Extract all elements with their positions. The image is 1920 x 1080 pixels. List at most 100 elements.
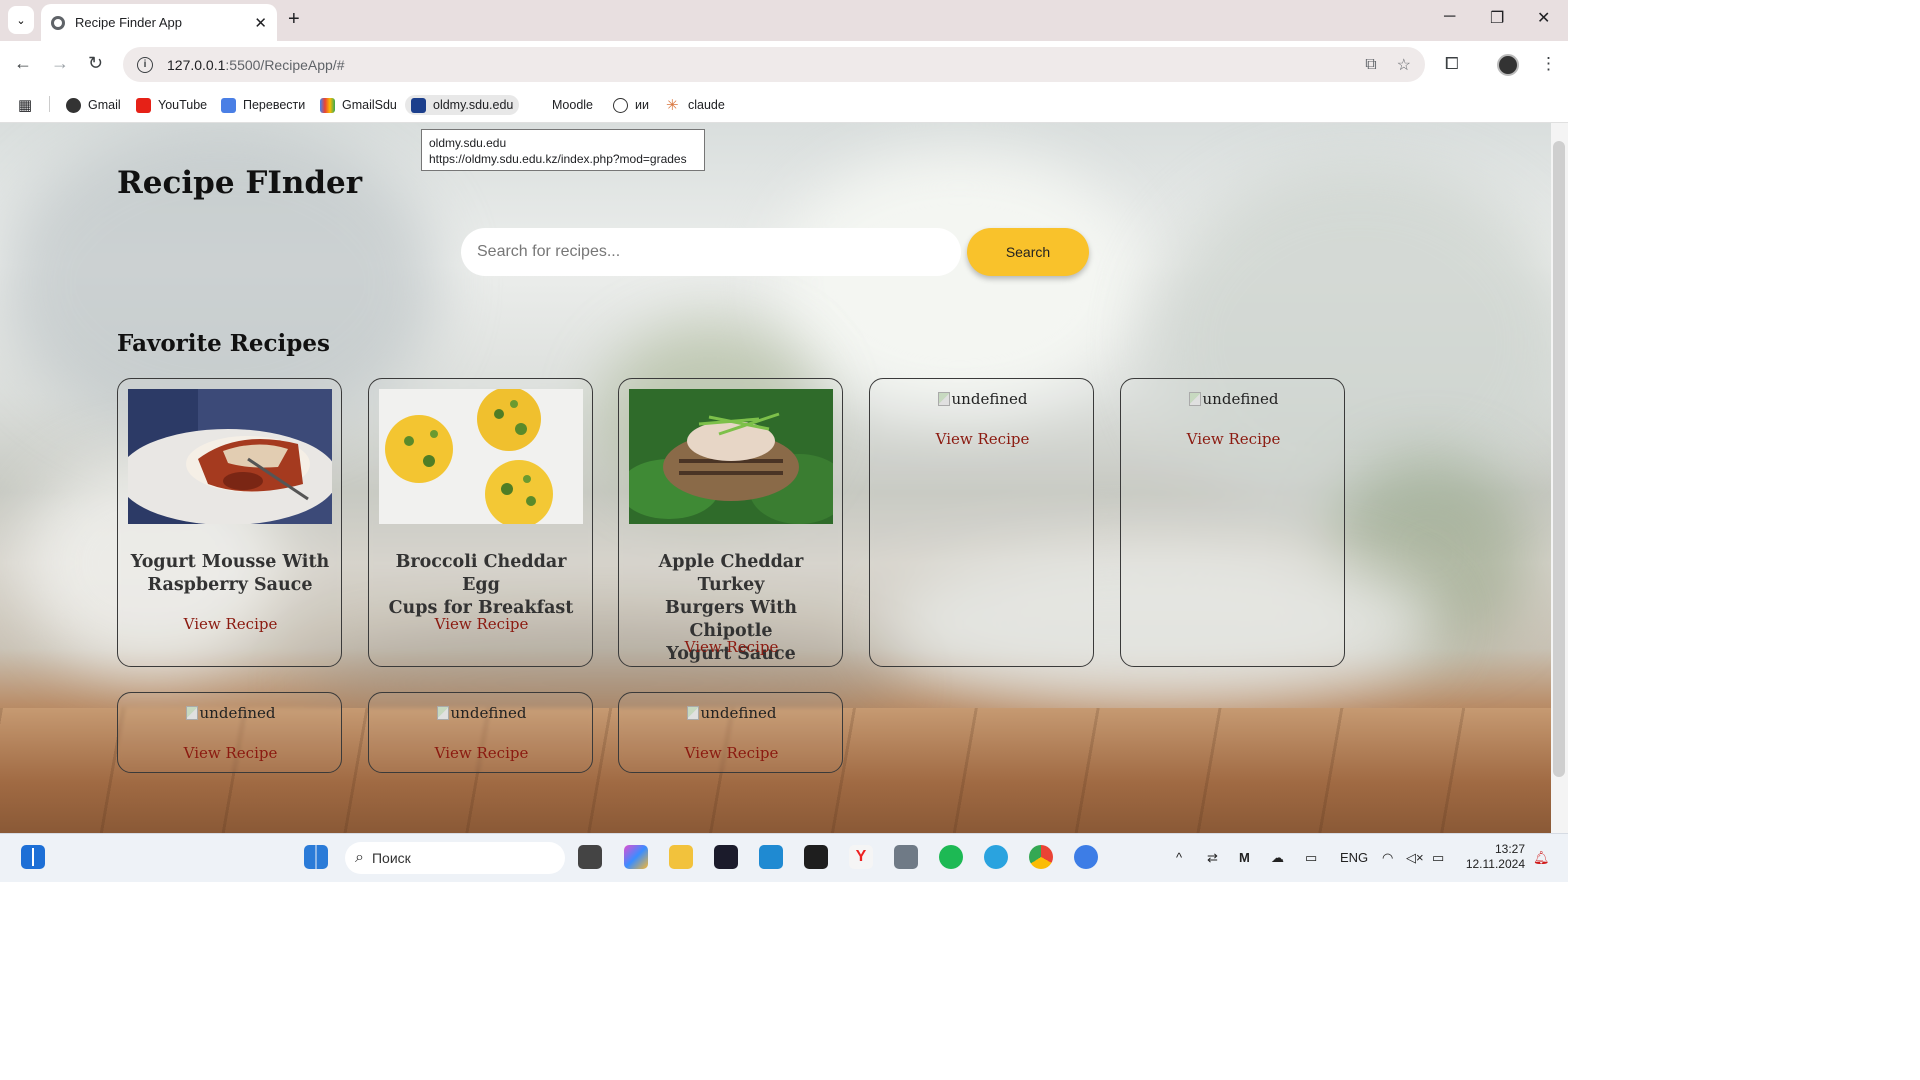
site-info-icon[interactable]: i — [137, 56, 153, 73]
chevron-up-icon[interactable]: ^ — [1176, 850, 1182, 865]
bookmark-label: ии — [635, 98, 649, 112]
recipe-card: undefined View Recipe — [869, 378, 1094, 667]
recipe-card: Apple Cheddar Turkey Burgers With Chipot… — [618, 378, 843, 667]
bookmark-ai[interactable]: ии — [613, 95, 649, 115]
favorites-heading: Favorite Recipes — [117, 330, 330, 357]
calculator-icon[interactable] — [894, 845, 918, 869]
wifi-icon[interactable]: ◠ — [1382, 850, 1393, 866]
recipe-image — [629, 389, 833, 524]
back-icon[interactable]: ← — [14, 53, 32, 74]
view-recipe-link[interactable]: View Recipe — [1121, 430, 1346, 448]
recipe-card: Yogurt Mousse With Raspberry Sauce View … — [117, 378, 342, 667]
tab-title: Recipe Finder App — [75, 15, 182, 30]
globe-icon — [51, 15, 65, 30]
view-recipe-link[interactable]: View Recipe — [118, 615, 343, 633]
page-title: Recipe FInder — [117, 165, 363, 201]
battery-icon[interactable]: ▭ — [1432, 850, 1444, 866]
broken-image: undefined — [870, 390, 1095, 408]
claude-icon: ✳ — [666, 96, 679, 114]
close-icon[interactable]: ✕ — [254, 14, 267, 32]
url-host: 127.0.0.1 — [167, 56, 226, 73]
recipe-card: undefined View Recipe — [618, 692, 843, 773]
telegram-icon[interactable] — [984, 845, 1008, 869]
yandex-icon[interactable]: Y — [849, 845, 873, 869]
language-indicator[interactable]: ENG — [1340, 850, 1368, 865]
bookmark-gmail[interactable]: Gmail — [66, 95, 121, 115]
star-icon[interactable]: ☆ — [1397, 55, 1411, 75]
tray-app-icon[interactable]: ⇄ — [1207, 850, 1218, 866]
intellij-icon[interactable] — [714, 845, 738, 869]
image-alt-text: undefined — [700, 704, 777, 722]
broken-image-icon — [1188, 392, 1201, 406]
restore-icon[interactable]: ❐ — [1490, 8, 1504, 28]
view-recipe-link[interactable]: View Recipe — [369, 744, 594, 762]
recipe-card: Broccoli Cheddar Egg Cups for Breakfast … — [368, 378, 593, 667]
broken-image-icon — [436, 706, 449, 720]
extensions-icon[interactable]: ⧠ — [1445, 54, 1459, 74]
bookmark-youtube[interactable]: YouTube — [136, 95, 207, 115]
window-close-icon[interactable]: ✕ — [1537, 8, 1550, 28]
minimize-icon[interactable]: ─ — [1444, 8, 1455, 26]
clock-date: 12.11.2024 — [1465, 857, 1525, 871]
recipe-title-line: Burgers With Chipotle — [664, 598, 798, 641]
taskbar-search[interactable]: ⌕ Поиск — [345, 842, 565, 874]
widgets-icon[interactable] — [21, 845, 45, 869]
avatar[interactable] — [1497, 54, 1519, 76]
search-input[interactable] — [461, 228, 961, 276]
translate-icon[interactable]: ⧉ — [1365, 56, 1376, 74]
mute-icon[interactable]: ◁× — [1406, 850, 1424, 866]
tab-search-button[interactable]: ⌄ — [8, 6, 34, 34]
globe-icon — [66, 97, 81, 113]
recipe-card: undefined View Recipe — [1120, 378, 1345, 667]
spotify-icon[interactable] — [939, 845, 963, 869]
view-recipe-link[interactable]: View Recipe — [619, 638, 844, 656]
bookmark-label: GmailSdu — [342, 98, 397, 112]
url-text: 127.0.0.1:5500/RecipeApp/# — [167, 57, 1345, 73]
address-bar[interactable]: i 127.0.0.1:5500/RecipeApp/# ⧉ ☆ — [123, 47, 1425, 82]
start-icon[interactable] — [304, 845, 328, 869]
recipe-title-line: Broccoli Cheddar Egg — [395, 552, 567, 595]
bookmark-oldmy[interactable]: oldmy.sdu.edu — [405, 95, 520, 115]
recipe-image — [379, 389, 583, 524]
task-view-icon[interactable] — [578, 845, 602, 869]
bookmark-gmailsdu[interactable]: GmailSdu — [320, 95, 397, 115]
tooltip-title: oldmy.sdu.edu — [429, 136, 507, 150]
broken-image-icon — [937, 392, 950, 406]
bookmark-label: Перевести — [243, 98, 306, 112]
menu-icon[interactable]: ⋮ — [1540, 54, 1557, 74]
reload-icon[interactable]: ↻ — [88, 53, 103, 74]
apps-grid-icon[interactable]: ▦ — [18, 95, 32, 115]
view-recipe-link[interactable]: View Recipe — [118, 744, 343, 762]
recipe-title-line: Apple Cheddar Turkey — [658, 552, 804, 595]
broken-image: undefined — [1121, 390, 1346, 408]
search-icon: ⌕ — [355, 849, 364, 866]
recipe-card: undefined View Recipe — [368, 692, 593, 773]
scrollbar-thumb[interactable] — [1553, 141, 1565, 777]
vscode-icon[interactable] — [759, 845, 783, 869]
clock[interactable]: 13:27 12.11.2024 — [1463, 842, 1525, 872]
app-icon[interactable] — [1074, 845, 1098, 869]
copilot-icon[interactable] — [624, 845, 648, 869]
forward-icon[interactable]: → — [51, 53, 69, 74]
display-icon[interactable]: ▭ — [1305, 850, 1317, 866]
tray-monitor-icon[interactable]: M — [1239, 850, 1250, 865]
tab-recipe-finder[interactable]: Recipe Finder App ✕ — [41, 4, 277, 41]
bookmark-moodle[interactable]: Moodle — [552, 95, 593, 115]
recipe-title: Broccoli Cheddar Egg Cups for Breakfast — [379, 551, 583, 620]
search-button[interactable]: Search — [967, 228, 1089, 276]
chrome-icon[interactable] — [1029, 845, 1053, 869]
file-explorer-icon[interactable] — [669, 845, 693, 869]
bookmark-label: Gmail — [88, 98, 121, 112]
figma-icon[interactable] — [804, 845, 828, 869]
divider — [49, 96, 50, 112]
notification-bell-icon[interactable]: 🔔︎ — [1533, 850, 1550, 866]
view-recipe-link[interactable]: View Recipe — [619, 744, 844, 762]
recipe-card: undefined View Recipe — [117, 692, 342, 773]
bookmark-label: oldmy.sdu.edu — [433, 98, 514, 112]
bookmark-claude[interactable]: ✳ claude — [666, 95, 725, 115]
cloud-icon[interactable]: ☁ — [1271, 850, 1284, 866]
bookmark-translate[interactable]: Перевести — [221, 95, 305, 115]
view-recipe-link[interactable]: View Recipe — [870, 430, 1095, 448]
new-tab-icon[interactable]: + — [288, 8, 300, 31]
view-recipe-link[interactable]: View Recipe — [369, 615, 594, 633]
